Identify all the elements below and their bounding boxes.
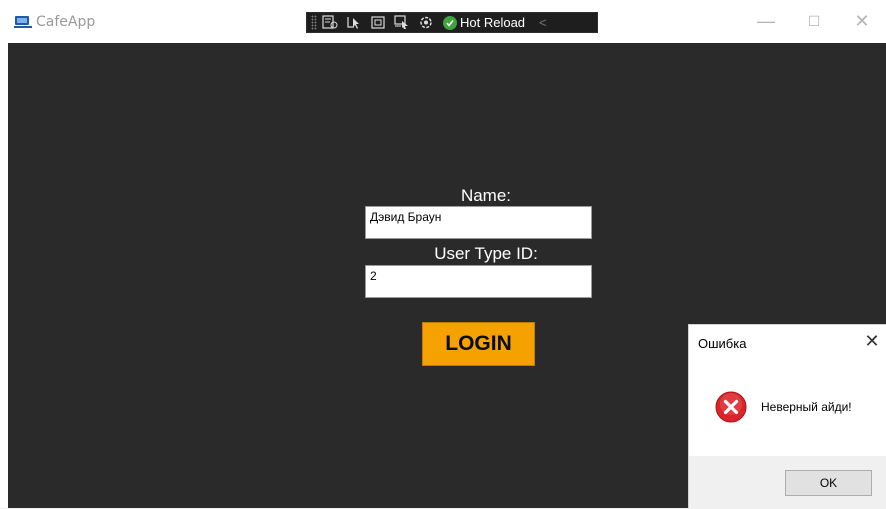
name-label: Name: <box>460 186 512 205</box>
app-title: CafeApp <box>36 14 96 30</box>
name-input[interactable]: Дэвид Браун <box>365 206 592 239</box>
window-controls: — ☐ ✕ <box>742 0 886 43</box>
ok-button[interactable]: OK <box>785 470 872 496</box>
title-bar[interactable]: CafeApp Hot Reload < — ☐ ✕ <box>0 0 886 43</box>
close-button[interactable]: ✕ <box>838 0 886 43</box>
hot-reload-status[interactable]: Hot Reload <box>443 15 525 30</box>
minimize-button[interactable]: — <box>742 0 790 43</box>
toolbar-grip[interactable] <box>311 15 317 30</box>
cafeapp-window: CafeApp Hot Reload < — ☐ ✕ Name: Дэвид Б… <box>0 0 886 509</box>
dialog-message: Неверный айди! <box>761 400 852 414</box>
select-element-icon[interactable] <box>343 13 365 32</box>
display-adorners-icon[interactable] <box>367 13 389 32</box>
user-type-id-input[interactable]: 2 <box>365 265 592 298</box>
chevron-left-icon[interactable]: < <box>539 15 547 30</box>
user-type-id-label: User Type ID: <box>434 244 538 263</box>
dialog-close-button[interactable]: ✕ <box>862 331 882 352</box>
live-visual-tree-icon[interactable] <box>319 13 341 32</box>
hot-reload-label: Hot Reload <box>460 15 526 30</box>
maximize-button[interactable]: ☐ <box>790 0 838 43</box>
xaml-debug-toolbar: Hot Reload < <box>306 12 598 33</box>
check-circle-icon <box>443 15 457 30</box>
error-icon <box>715 391 747 423</box>
dialog-footer: OK <box>689 456 886 509</box>
coffee-cup-icon <box>14 16 32 28</box>
dialog-title: Ошибка <box>698 336 747 351</box>
login-button[interactable]: LOGIN <box>422 322 535 366</box>
error-dialog: Ошибка ✕ Неверный айди! OK <box>688 324 886 509</box>
track-focus-icon[interactable] <box>391 13 413 32</box>
hot-reload-settings-icon[interactable] <box>415 13 437 32</box>
